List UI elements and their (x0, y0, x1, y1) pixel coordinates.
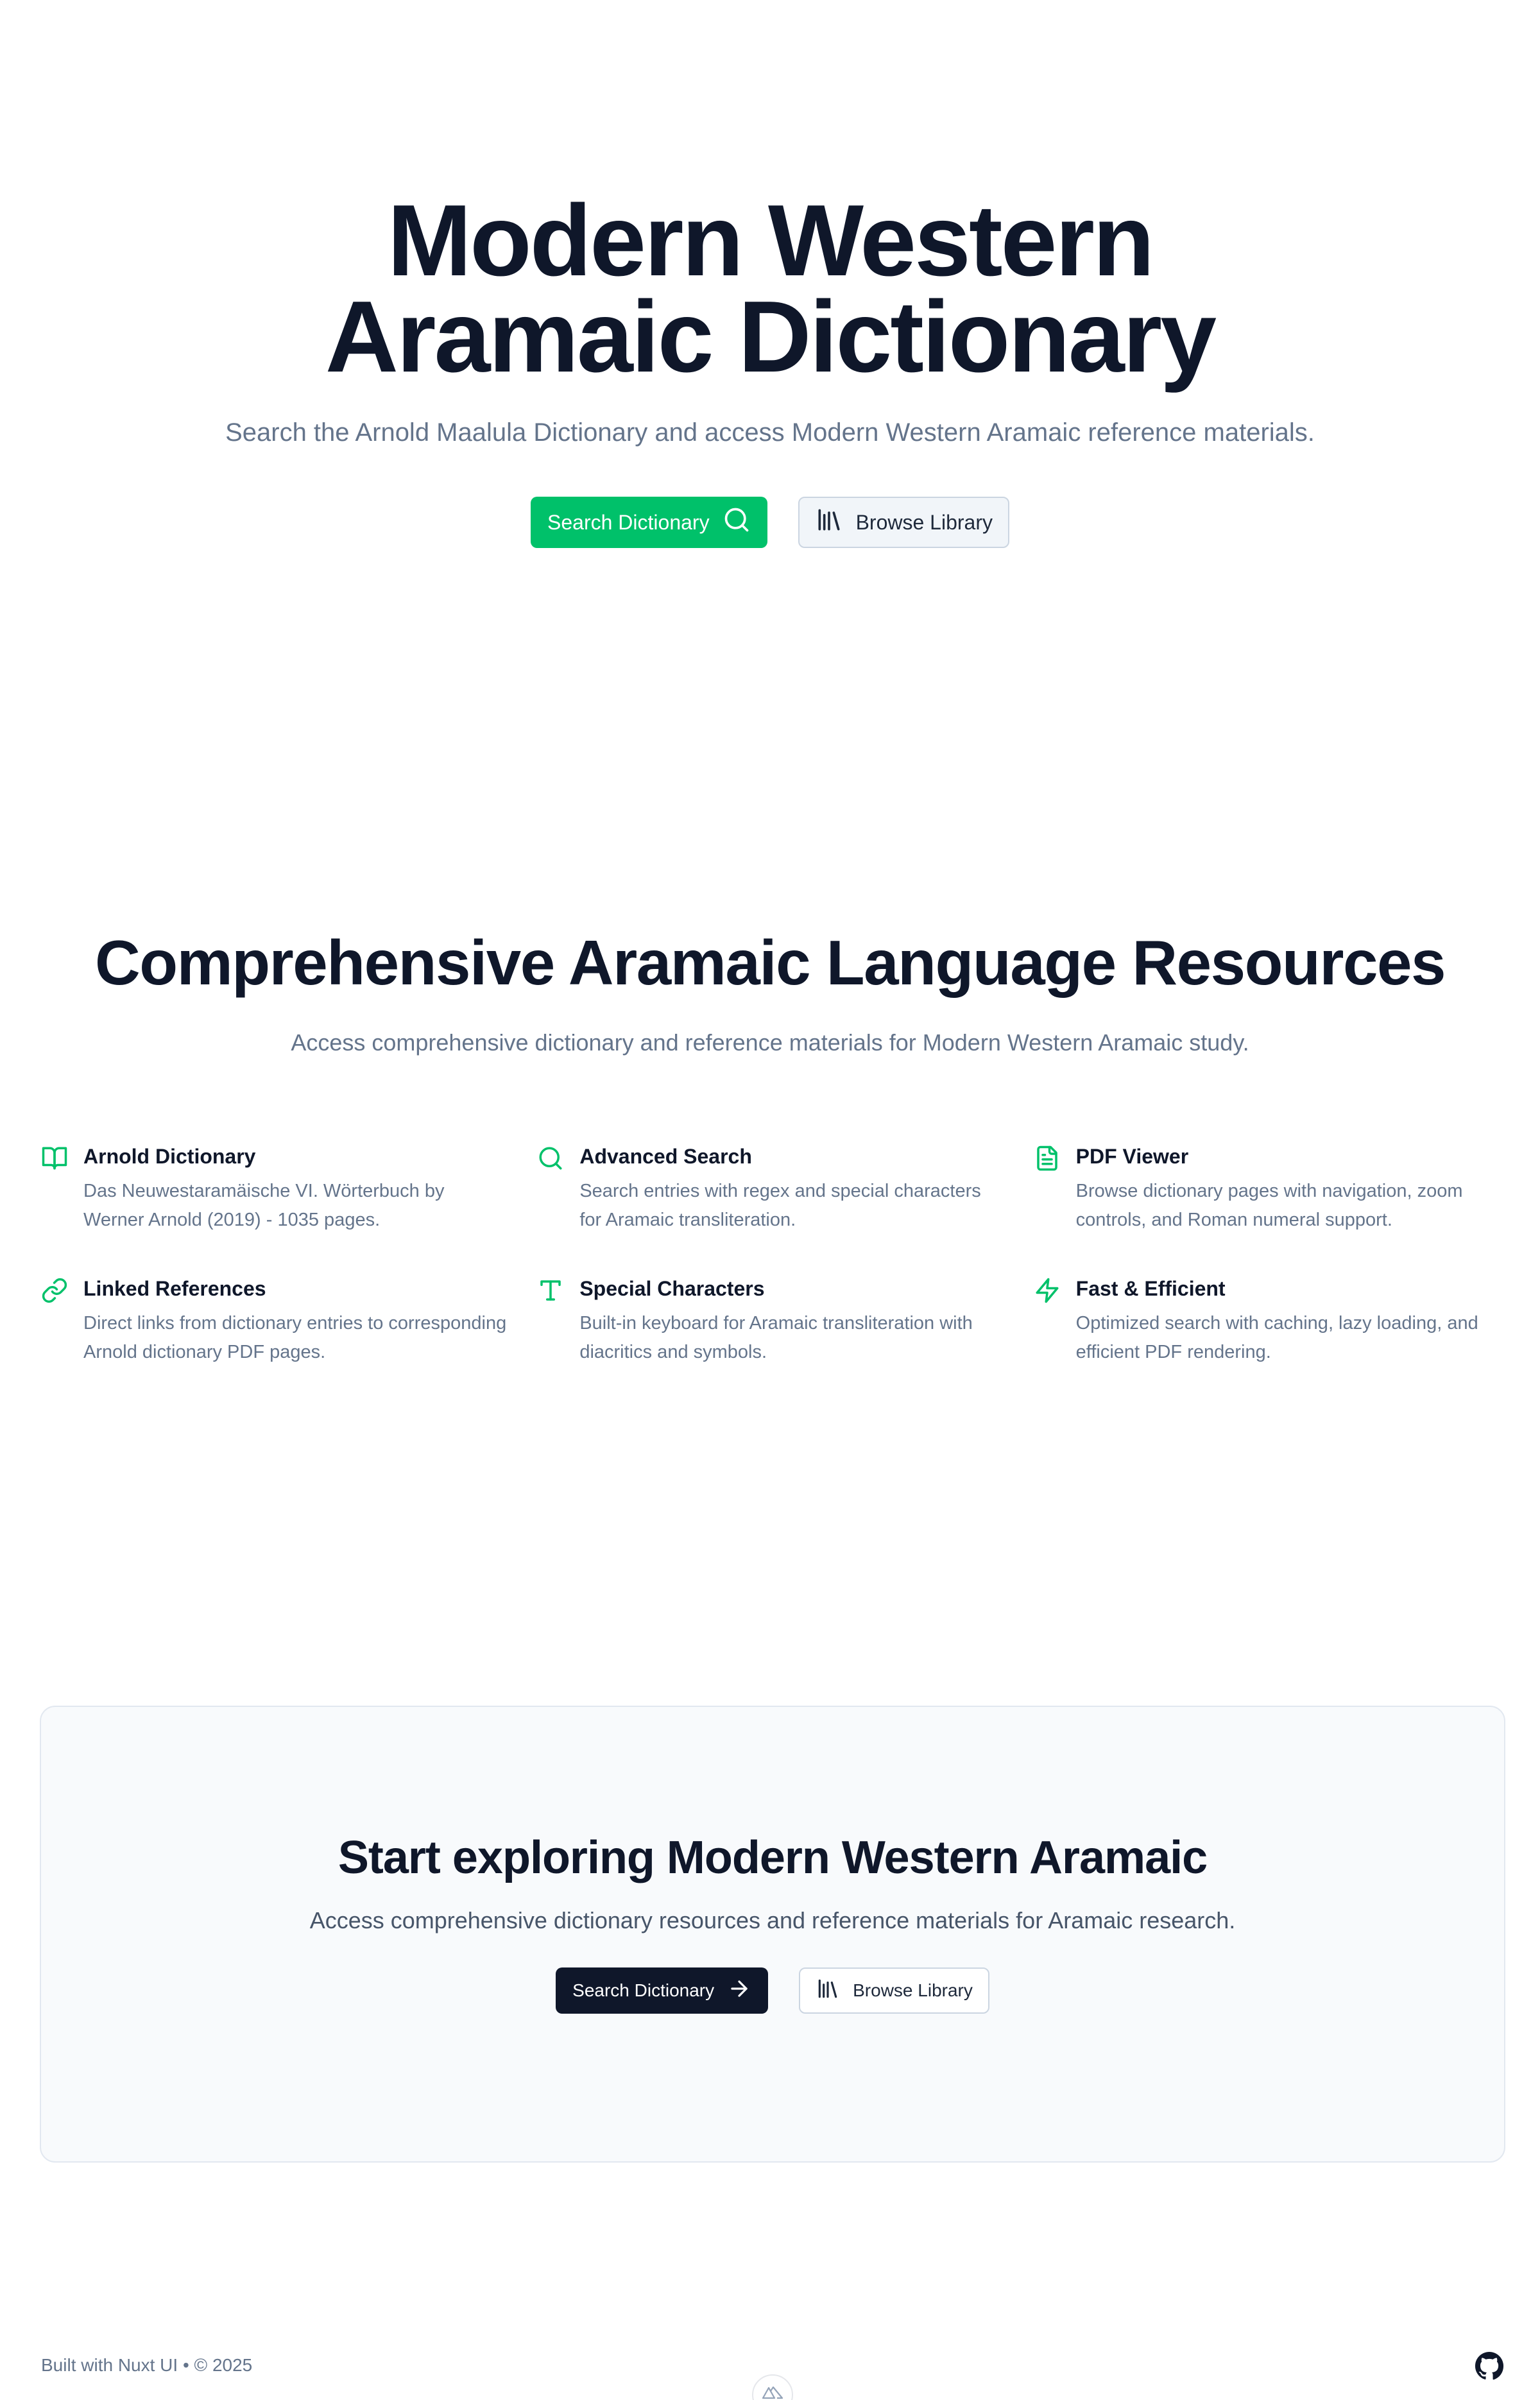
cta-subtitle: Access comprehensive dictionary resource… (309, 1907, 1236, 1933)
arrow-right-icon (727, 1976, 751, 2005)
library-icon (815, 506, 843, 539)
feature-linked-references: Linked References Direct links from dict… (41, 1274, 511, 1367)
hero-actions: Search Dictionary Browse Library (0, 497, 1540, 548)
feature-description: Built-in keyboard for Aramaic transliter… (579, 1313, 973, 1362)
type-icon (537, 1277, 564, 1304)
footer-credit: Built with Nuxt UI • © 2025 (41, 2355, 253, 2375)
hero-title: Modern Western Aramaic Dictionary (325, 184, 1217, 393)
feature-title: Linked References (83, 1277, 266, 1300)
feature-arnold-dictionary: Arnold Dictionary Das Neuwestaramäische … (41, 1142, 511, 1235)
hero-search-dictionary-label: Search Dictionary (547, 510, 710, 534)
hero-section: Modern Western Aramaic Dictionary Search… (0, 184, 1540, 548)
hero-browse-library-label: Browse Library (855, 510, 993, 534)
cta-actions: Search Dictionary Browse Library (41, 1967, 1504, 2014)
feature-pdf-viewer: PDF Viewer Browse dictionary pages with … (1034, 1142, 1504, 1235)
file-text-icon (1034, 1145, 1061, 1172)
cta-browse-library-label: Browse Library (853, 1980, 973, 2000)
cta-search-dictionary-button[interactable]: Search Dictionary (556, 1967, 769, 2014)
cta-title: Start exploring Modern Western Aramaic (338, 1832, 1208, 1883)
landing-page: Modern Western Aramaic Dictionary Search… (0, 0, 1540, 2400)
search-icon (537, 1145, 564, 1172)
github-icon[interactable] (1475, 2351, 1504, 2381)
features-header: Comprehensive Aramaic Language Resources… (0, 924, 1540, 1056)
feature-description: Search entries with regex and special ch… (579, 1181, 981, 1230)
features-title: Comprehensive Aramaic Language Resources (94, 927, 1446, 998)
link-icon (41, 1277, 68, 1304)
hero-search-dictionary-button[interactable]: Search Dictionary (531, 497, 767, 548)
search-icon (723, 506, 751, 539)
book-open-icon (41, 1145, 68, 1172)
feature-title: Special Characters (579, 1277, 765, 1300)
cta-search-dictionary-label: Search Dictionary (572, 1980, 715, 2000)
features-subtitle: Access comprehensive dictionary and refe… (291, 1029, 1249, 1056)
hero-subtitle: Search the Arnold Maalula Dictionary and… (225, 418, 1315, 447)
features-grid: Arnold Dictionary Das Neuwestaramäische … (41, 1142, 1504, 1367)
feature-description: Browse dictionary pages with navigation,… (1075, 1181, 1463, 1230)
feature-title: Advanced Search (579, 1145, 752, 1168)
nuxt-devtools-badge[interactable] (752, 2374, 793, 2400)
library-icon (816, 1976, 840, 2005)
cta-browse-library-button[interactable]: Browse Library (799, 1967, 989, 2014)
feature-title: Arnold Dictionary (83, 1145, 256, 1168)
hero-browse-library-button[interactable]: Browse Library (798, 497, 1009, 548)
feature-description: Optimized search with caching, lazy load… (1075, 1313, 1478, 1362)
feature-title: PDF Viewer (1075, 1145, 1189, 1168)
feature-fast-efficient: Fast & Efficient Optimized search with c… (1034, 1274, 1504, 1367)
feature-description: Direct links from dictionary entries to … (83, 1313, 507, 1362)
feature-advanced-search: Advanced Search Search entries with rege… (537, 1142, 1007, 1235)
zap-icon (1034, 1277, 1061, 1304)
feature-special-characters: Special Characters Built-in keyboard for… (537, 1274, 1007, 1367)
feature-description: Das Neuwestaramäische VI. Wörterbuch by … (83, 1181, 445, 1230)
feature-title: Fast & Efficient (1075, 1277, 1226, 1300)
cta-card: Start exploring Modern Western Aramaic A… (40, 1706, 1505, 2163)
